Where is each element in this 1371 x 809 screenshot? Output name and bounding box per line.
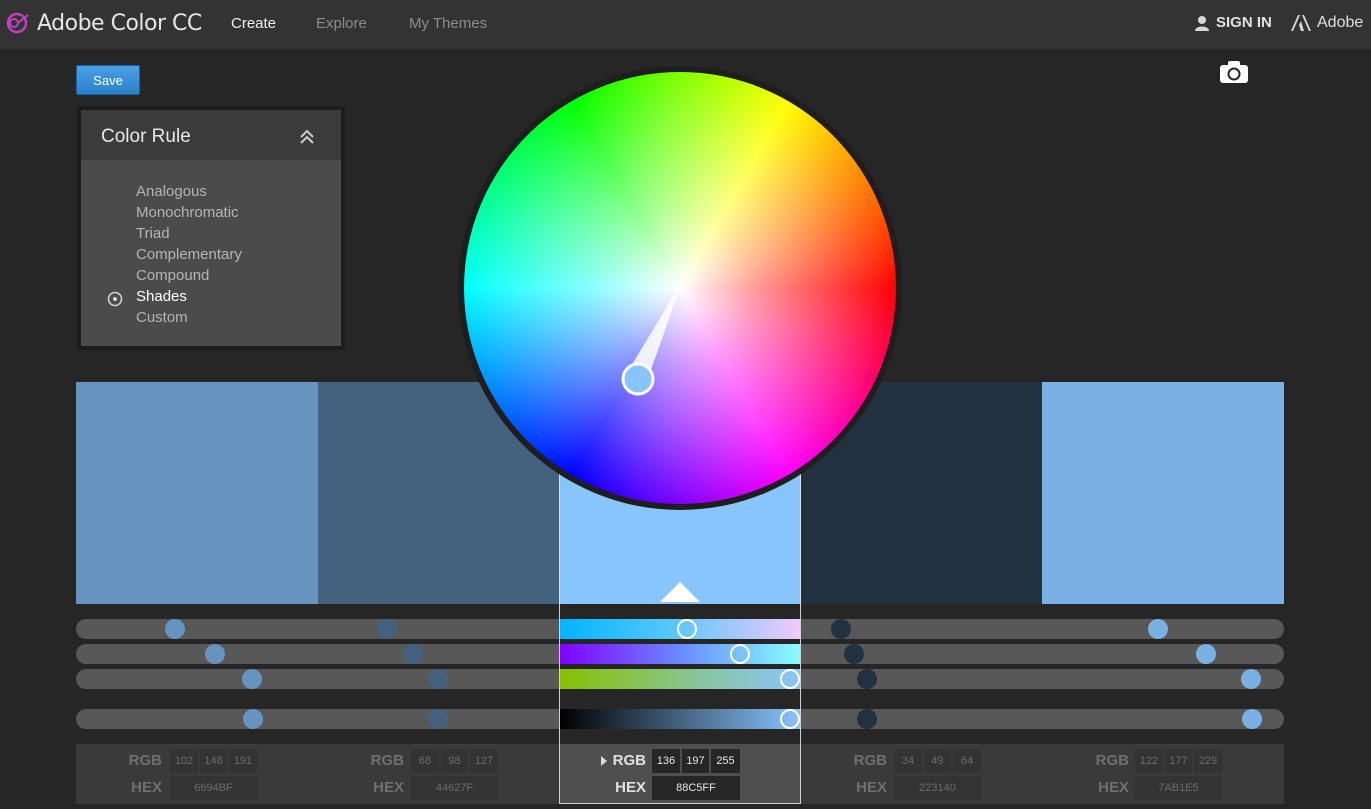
knob-swatch5-row4[interactable]	[1242, 709, 1262, 729]
hex-label-1: HEX	[131, 779, 162, 796]
sign-in-label: SIGN IN	[1216, 14, 1272, 31]
rgb-g-4[interactable]: 49	[924, 749, 951, 773]
hex-field-3[interactable]: 88C5FF	[652, 776, 740, 800]
wheel-marker-handle[interactable]	[621, 362, 655, 396]
knob-swatch1-row3[interactable]	[242, 669, 262, 689]
slider-brightness[interactable]	[559, 709, 801, 729]
rgb-g-2[interactable]: 98	[441, 749, 468, 773]
knob-swatch4-row4[interactable]	[857, 709, 877, 729]
color-swatch-5[interactable]	[1042, 382, 1284, 604]
rgb-g-1[interactable]: 148	[200, 749, 227, 773]
rule-custom[interactable]: Custom	[136, 308, 242, 329]
knob-swatch1-row1[interactable]	[165, 619, 185, 639]
color-rule-list: Analogous Monochromatic Triad Complement…	[136, 182, 242, 329]
knob-swatch4-row1[interactable]	[831, 619, 851, 639]
slider-saturation[interactable]	[559, 644, 801, 664]
top-bar: Adobe Color CC Create Explore My Themes …	[0, 0, 1371, 49]
active-swatch-caret-icon	[660, 582, 700, 602]
knob-swatch1-row2[interactable]	[205, 644, 225, 664]
nav-create[interactable]: Create	[231, 15, 276, 32]
knob-swatch3-row1[interactable]	[677, 619, 697, 639]
adobe-link[interactable]: Adobe	[1291, 14, 1363, 32]
knob-swatch4-row2[interactable]	[844, 644, 864, 664]
rgb-label-2: RGB	[370, 752, 404, 769]
brand-title[interactable]: Adobe Color CC	[37, 11, 202, 36]
rgb-g-5[interactable]: 177	[1165, 749, 1192, 773]
save-button[interactable]: Save	[76, 65, 140, 95]
chevron-up-double-icon[interactable]	[299, 129, 315, 145]
rgb-r-2[interactable]: 68	[411, 749, 439, 773]
rgb-label-5: RGB	[1095, 752, 1129, 769]
color-wheel[interactable]	[458, 66, 902, 510]
adobe-color-logo-icon[interactable]	[4, 10, 30, 36]
sign-in-link[interactable]: SIGN IN	[1194, 14, 1272, 31]
hex-label-3: HEX	[615, 779, 646, 796]
rgb-b-5[interactable]: 229	[1194, 749, 1222, 773]
rgb-label-4: RGB	[853, 752, 887, 769]
selected-radio-icon	[107, 291, 123, 307]
hex-field-1[interactable]: 6694BF	[170, 776, 257, 800]
rgb-b-2[interactable]: 127	[470, 749, 498, 773]
slider-green[interactable]	[559, 669, 801, 689]
knob-swatch2-row4[interactable]	[428, 709, 448, 729]
knob-swatch2-row1[interactable]	[377, 619, 397, 639]
hex-label-2: HEX	[373, 779, 404, 796]
rule-complementary[interactable]: Complementary	[136, 245, 242, 266]
user-icon	[1195, 15, 1209, 31]
rule-shades[interactable]: Shades	[136, 287, 242, 308]
rule-analogous[interactable]: Analogous	[136, 182, 242, 203]
knob-swatch5-row2[interactable]	[1196, 644, 1216, 664]
rule-monochromatic[interactable]: Monochromatic	[136, 203, 242, 224]
rgb-label-1: RGB	[128, 752, 162, 769]
knob-swatch3-row2[interactable]	[730, 644, 750, 664]
hex-field-5[interactable]: 7AB1E5	[1135, 776, 1222, 800]
rgb-r-4[interactable]: 34	[894, 749, 922, 773]
color-rule-header[interactable]: Color Rule	[81, 110, 341, 160]
color-rule-panel: Color Rule Analogous Monochromatic Triad…	[77, 106, 345, 350]
rgb-g-3[interactable]: 197	[682, 749, 709, 773]
rgb-r-3[interactable]: 136	[652, 749, 680, 773]
wheel-overlay	[621, 282, 682, 396]
color-rule-body: Color Rule Analogous Monochromatic Triad…	[81, 110, 341, 346]
knob-swatch3-row3[interactable]	[780, 669, 800, 689]
knob-swatch2-row2[interactable]	[403, 644, 423, 664]
rgb-b-3[interactable]: 255	[711, 749, 740, 773]
knob-swatch1-row4[interactable]	[243, 709, 263, 729]
rgb-r-1[interactable]: 102	[170, 749, 198, 773]
adobe-label: Adobe	[1317, 14, 1364, 31]
knob-swatch2-row3[interactable]	[428, 669, 448, 689]
app-root: Adobe Color CC Create Explore My Themes …	[0, 0, 1371, 809]
hex-label-4: HEX	[856, 779, 887, 796]
hex-field-4[interactable]: 223140	[894, 776, 981, 800]
camera-icon[interactable]	[1219, 60, 1249, 84]
color-swatch-1[interactable]	[76, 382, 318, 604]
hex-label-5: HEX	[1098, 779, 1129, 796]
knob-swatch5-row3[interactable]	[1241, 669, 1261, 689]
adobe-logo-icon	[1291, 15, 1311, 31]
knob-swatch5-row1[interactable]	[1148, 619, 1168, 639]
nav-my-themes[interactable]: My Themes	[409, 15, 487, 32]
knob-swatch3-row4[interactable]	[780, 709, 800, 729]
rule-compound[interactable]: Compound	[136, 266, 242, 287]
rgb-b-1[interactable]: 191	[229, 749, 257, 773]
color-rule-title: Color Rule	[101, 126, 191, 147]
rule-triad[interactable]: Triad	[136, 224, 242, 245]
nav-explore[interactable]: Explore	[316, 15, 367, 32]
knob-swatch4-row3[interactable]	[857, 669, 877, 689]
rgb-b-4[interactable]: 64	[953, 749, 981, 773]
rgb-label-3: RGB	[612, 752, 646, 769]
hex-field-2[interactable]: 44627F	[411, 776, 498, 800]
rgb-r-5[interactable]: 122	[1135, 749, 1163, 773]
